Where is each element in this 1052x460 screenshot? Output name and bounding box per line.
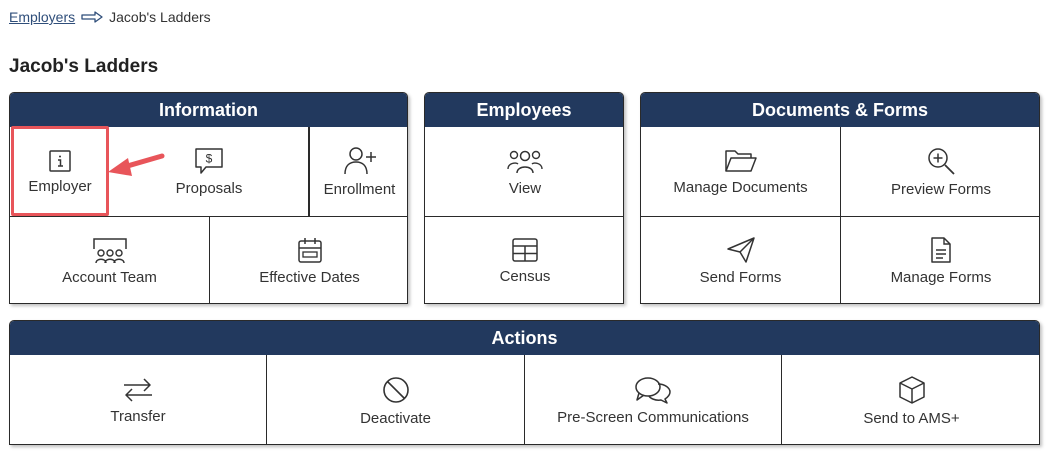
pre-screen-communications-button[interactable]: Pre-Screen Communications xyxy=(525,355,782,444)
effective-dates-label: Effective Dates xyxy=(259,269,360,286)
page-title: Jacob's Ladders xyxy=(9,56,159,77)
information-header: Information xyxy=(10,93,407,127)
account-team-label: Account Team xyxy=(62,269,157,286)
breadcrumb-current: Jacob's Ladders xyxy=(109,9,211,25)
ban-icon xyxy=(381,375,411,405)
actions-header: Actions xyxy=(10,321,1039,355)
view-employees-button[interactable]: View xyxy=(425,127,623,216)
team-icon xyxy=(92,236,128,264)
employer-button[interactable]: Employer xyxy=(10,127,110,216)
send-forms-button[interactable]: Send Forms xyxy=(641,216,841,303)
swap-arrows-icon xyxy=(122,377,154,403)
zoom-in-icon xyxy=(926,146,956,176)
information-card: Information Employer $ Proposals Enrollm… xyxy=(9,92,408,304)
census-label: Census xyxy=(499,268,551,285)
documents-forms-header: Documents & Forms xyxy=(641,93,1039,127)
calendar-icon xyxy=(297,236,323,264)
account-team-button[interactable]: Account Team xyxy=(10,216,210,303)
cube-icon xyxy=(897,375,927,405)
enrollment-button[interactable]: Enrollment xyxy=(310,127,407,216)
send-to-ams-label: Send to AMS+ xyxy=(863,409,960,427)
deactivate-label: Deactivate xyxy=(360,409,431,427)
proposals-button[interactable]: $ Proposals xyxy=(110,127,310,216)
preview-forms-button[interactable]: Preview Forms xyxy=(841,127,1039,216)
transfer-button[interactable]: Transfer xyxy=(10,355,267,444)
deactivate-button[interactable]: Deactivate xyxy=(267,355,525,444)
table-icon xyxy=(511,237,539,263)
actions-card: Actions Transfer Deactivate Pre-Screen C… xyxy=(9,320,1040,445)
breadcrumb-employers-link[interactable]: Employers xyxy=(9,9,75,25)
view-label: View xyxy=(508,179,542,197)
effective-dates-button[interactable]: Effective Dates xyxy=(210,216,407,303)
preview-forms-label: Preview Forms xyxy=(890,180,991,198)
enrollment-label: Enrollment xyxy=(323,180,396,198)
census-button[interactable]: Census xyxy=(425,216,623,303)
employees-header: Employees xyxy=(425,93,623,127)
documents-forms-card: Documents & Forms Manage Documents Previ… xyxy=(640,92,1040,304)
info-icon xyxy=(48,149,72,173)
proposals-label: Proposals xyxy=(175,179,243,197)
transfer-label: Transfer xyxy=(110,407,166,425)
manage-documents-label: Manage Documents xyxy=(673,178,808,196)
users-group-icon xyxy=(507,147,543,175)
dollar-chat-icon: $ xyxy=(194,147,224,175)
svg-text:$: $ xyxy=(206,151,213,165)
employees-card: Employees View Census xyxy=(424,92,624,304)
pre-screen-communications-label: Pre-Screen Communications xyxy=(557,408,749,426)
document-icon xyxy=(929,236,953,264)
chat-bubbles-icon xyxy=(634,376,672,404)
send-to-ams-button[interactable]: Send to AMS+ xyxy=(782,355,1039,444)
manage-forms-label: Manage Forms xyxy=(890,269,992,286)
user-plus-icon xyxy=(342,146,378,176)
employer-label: Employer xyxy=(28,177,92,195)
arrow-right-icon xyxy=(81,11,103,23)
folder-open-icon xyxy=(724,148,758,174)
manage-documents-button[interactable]: Manage Documents xyxy=(641,127,841,216)
paper-plane-icon xyxy=(726,236,756,264)
send-forms-label: Send Forms xyxy=(699,269,782,286)
manage-forms-button[interactable]: Manage Forms xyxy=(841,216,1039,303)
breadcrumb: Employers Jacob's Ladders xyxy=(9,8,211,26)
